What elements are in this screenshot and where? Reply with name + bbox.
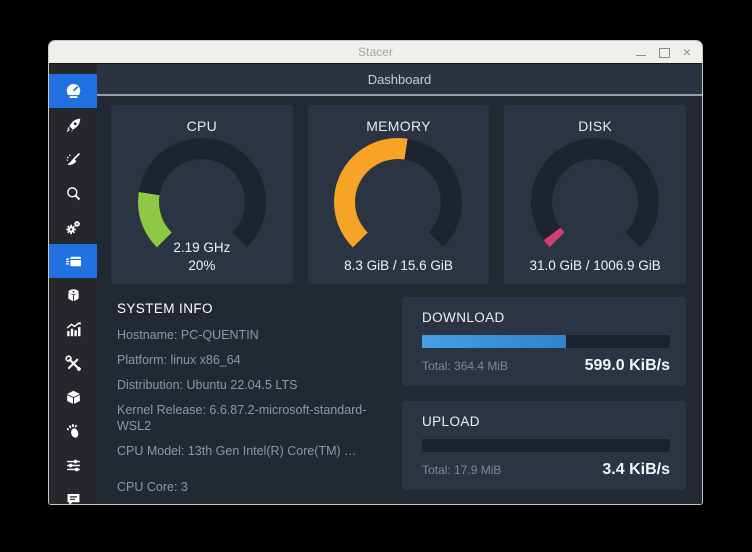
network-column: DOWNLOAD Total: 364.4 MiB 599.0 KiB/s: [402, 297, 686, 505]
sidebar-item-system-cleaner[interactable]: [49, 142, 97, 176]
maximize-icon[interactable]: [658, 46, 670, 58]
tools-icon: [64, 354, 83, 373]
uninstaller-icon: [64, 286, 83, 305]
disk-gauge-hole: [552, 159, 638, 245]
download-progress-track: [422, 335, 670, 348]
memory-panel: MEMORY 8.3 GiB / 15.6 GiB: [308, 105, 490, 284]
disk-values: 31.0 GiB / 1006.9 GiB: [504, 256, 686, 274]
cpu-title: CPU: [111, 105, 293, 134]
system-info-line: Hostname: PC-QUENTIN: [117, 327, 392, 343]
page-header: Dashboard: [97, 64, 702, 96]
memory-title: MEMORY: [308, 105, 490, 134]
search-icon: [64, 184, 83, 203]
disk-gauge: [531, 138, 659, 266]
system-info-list: Hostname: PC-QUENTIN Platform: linux x86_…: [117, 327, 392, 505]
dashboard-icon: [64, 82, 83, 101]
download-title: DOWNLOAD: [422, 310, 670, 325]
download-speed: 599.0 KiB/s: [585, 357, 670, 375]
sidebar-item-helpers[interactable]: [49, 346, 97, 380]
dashboard-content: CPU 2.19 GHz 20% MEMORY: [97, 96, 702, 505]
sidebar-item-services[interactable]: [49, 210, 97, 244]
cpu-usage-percent: 20%: [111, 257, 293, 274]
sidebar-item-uninstaller[interactable]: [49, 278, 97, 312]
sidebar-item-processes[interactable]: [49, 244, 97, 278]
lower-row: SYSTEM INFO Hostname: PC-QUENTIN Platform…: [111, 297, 686, 505]
gnome-foot-icon: [64, 422, 83, 441]
download-total: Total: 364.4 MiB: [422, 359, 508, 373]
titlebar[interactable]: Stacer ×: [49, 41, 702, 64]
upload-total: Total: 17.9 MiB: [422, 463, 501, 477]
system-info-line: Distribution: Ubuntu 22.04.5 LTS: [117, 377, 392, 393]
page-title: Dashboard: [368, 72, 432, 87]
upload-progress-track: [422, 439, 670, 452]
broom-icon: [64, 150, 83, 169]
cpu-values: 2.19 GHz 20%: [111, 239, 293, 274]
sidebar-item-dashboard[interactable]: [49, 74, 97, 108]
package-icon: [64, 388, 83, 407]
system-info-section: SYSTEM INFO Hostname: PC-QUENTIN Platform…: [111, 297, 392, 505]
desktop-background: Stacer × Dashboard CPU: [0, 0, 752, 552]
sidebar-item-search[interactable]: [49, 176, 97, 210]
sidebar-item-gnome-settings[interactable]: [49, 414, 97, 448]
download-panel: DOWNLOAD Total: 364.4 MiB 599.0 KiB/s: [402, 297, 686, 386]
sliders-icon: [64, 456, 83, 475]
window-controls: ×: [635, 41, 693, 63]
close-icon[interactable]: ×: [681, 46, 693, 58]
gears-icon: [64, 218, 83, 237]
disk-usage: 31.0 GiB / 1006.9 GiB: [504, 257, 686, 274]
gauge-row: CPU 2.19 GHz 20% MEMORY: [111, 105, 686, 284]
upload-panel: UPLOAD Total: 17.9 MiB 3.4 KiB/s: [402, 401, 686, 490]
cpu-gauge-hole: [159, 159, 245, 245]
app-body: Dashboard CPU 2.19 GHz 20%: [49, 64, 702, 504]
sidebar-item-feedback[interactable]: [49, 482, 97, 505]
cpu-panel: CPU 2.19 GHz 20%: [111, 105, 293, 284]
download-progress-fill: [422, 335, 566, 348]
system-info-line: CPU Speed: 2.19 GHz: [117, 504, 392, 505]
minimize-icon[interactable]: [635, 46, 647, 58]
memory-values: 8.3 GiB / 15.6 GiB: [308, 256, 490, 274]
main-area: Dashboard CPU 2.19 GHz 20%: [97, 64, 702, 504]
system-info-line: CPU Model: 13th Gen Intel(R) Core(TM) …: [117, 443, 392, 459]
system-info-title: SYSTEM INFO: [117, 301, 392, 316]
memory-gauge: [334, 138, 462, 266]
sidebar-item-apt-repository[interactable]: [49, 380, 97, 414]
window-title: Stacer: [358, 45, 393, 59]
system-info-line: Kernel Release: 6.6.87.2-microsoft-stand…: [117, 402, 392, 434]
cpu-frequency: 2.19 GHz: [111, 239, 293, 256]
sidebar: [49, 64, 97, 504]
download-stats: Total: 364.4 MiB 599.0 KiB/s: [422, 357, 670, 375]
upload-speed: 3.4 KiB/s: [602, 461, 670, 479]
memory-usage: 8.3 GiB / 15.6 GiB: [308, 257, 490, 274]
feedback-icon: [64, 490, 83, 506]
rocket-icon: [64, 116, 83, 135]
system-info-line: Platform: linux x86_64: [117, 352, 392, 368]
sidebar-item-settings[interactable]: [49, 448, 97, 482]
sidebar-item-startup-apps[interactable]: [49, 108, 97, 142]
resources-icon: [64, 320, 83, 339]
memory-gauge-hole: [355, 159, 441, 245]
disk-title: DISK: [504, 105, 686, 134]
processes-icon: [64, 252, 83, 271]
sidebar-item-resources[interactable]: [49, 312, 97, 346]
upload-title: UPLOAD: [422, 414, 670, 429]
upload-stats: Total: 17.9 MiB 3.4 KiB/s: [422, 461, 670, 479]
system-info-line: CPU Core: 3: [117, 479, 392, 495]
disk-panel: DISK 31.0 GiB / 1006.9 GiB: [504, 105, 686, 284]
stacer-window: Stacer × Dashboard CPU: [48, 40, 703, 505]
